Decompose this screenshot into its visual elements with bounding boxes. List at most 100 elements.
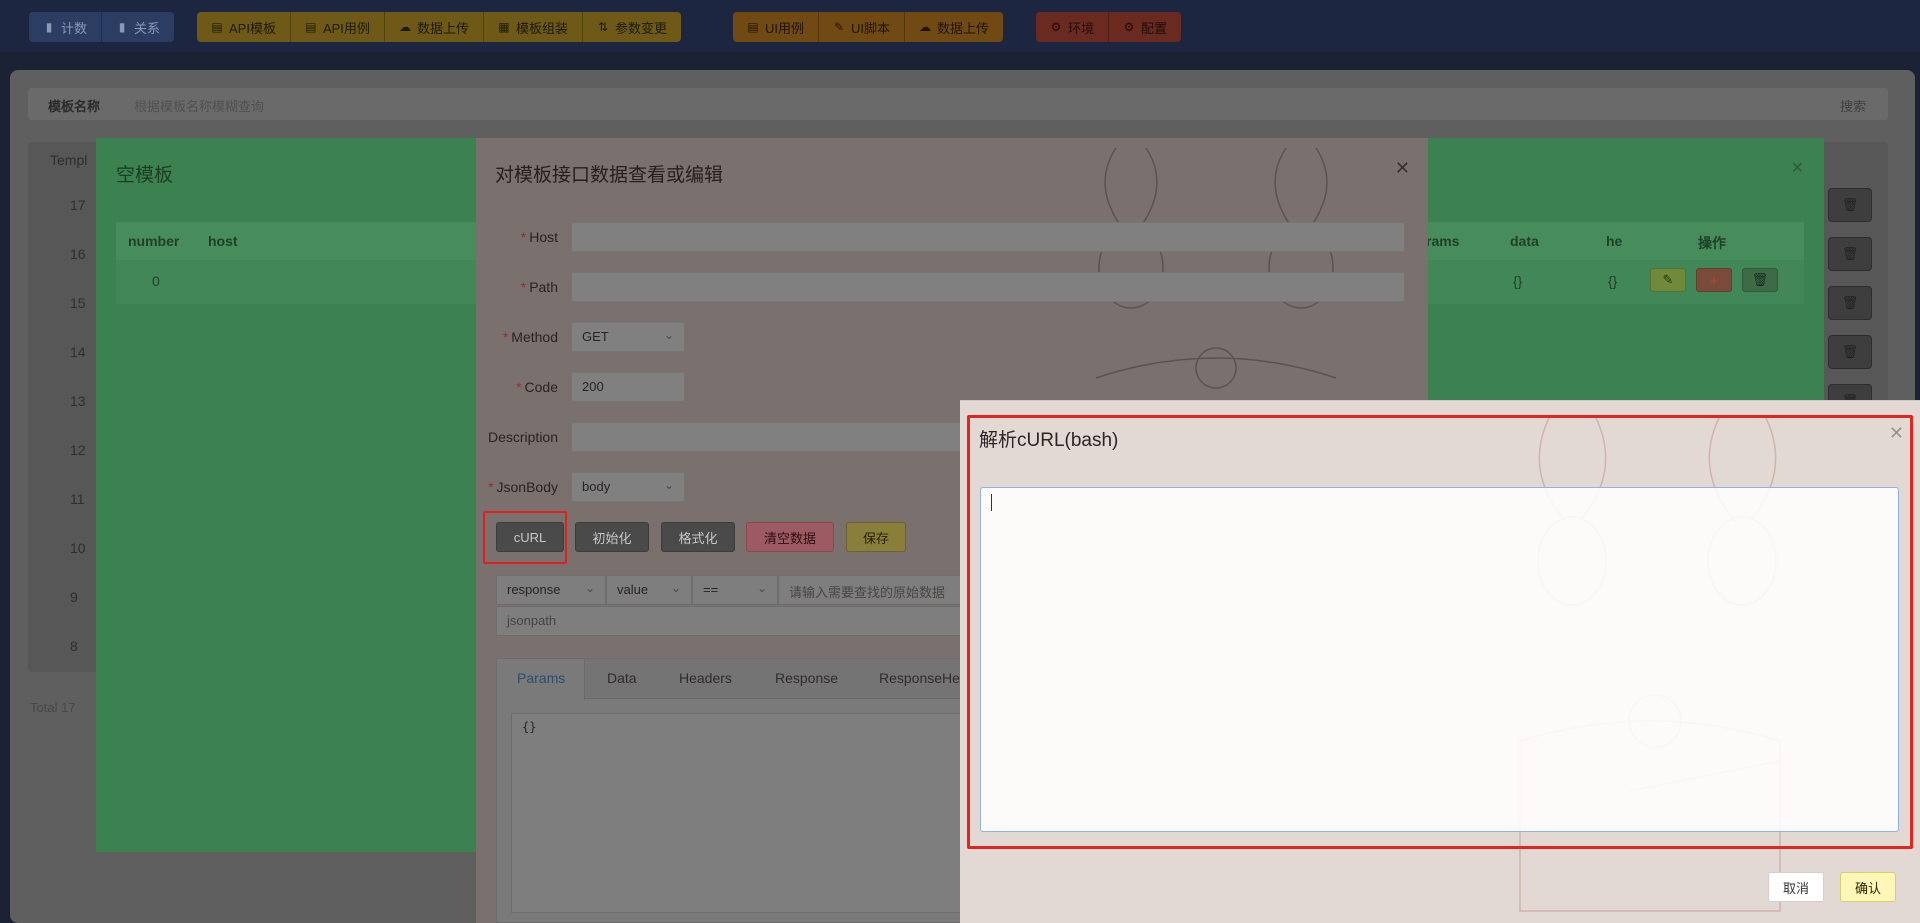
path-input[interactable] (571, 272, 1405, 302)
table-row-number: 16 (70, 246, 86, 262)
toolbar-count-button[interactable]: ▮ 计数 (29, 12, 103, 42)
gear-icon: ⚙ (1050, 20, 1062, 34)
swap-icon: ⇅ (597, 20, 608, 34)
table-row-number: 17 (70, 197, 86, 213)
chevron-down-icon: ⌄ (670, 581, 681, 595)
toolbar-env-button[interactable]: ⚙ 环境 (1036, 12, 1110, 42)
row-edit-button[interactable]: ✎ (1650, 268, 1686, 292)
row-delete-button[interactable]: 🗑 (1828, 286, 1872, 320)
toolbar-config-button[interactable]: ⚙ 配置 (1109, 12, 1182, 42)
row-delete-button[interactable]: 🗑 (1828, 188, 1872, 222)
confirm-button[interactable]: 确认 (1840, 872, 1897, 902)
cloud-upload-icon: ☁ (398, 20, 411, 34)
tab-params[interactable]: Params (517, 670, 565, 686)
text-cursor (991, 494, 992, 511)
jsonbody-label: * JsonBody (488, 479, 558, 495)
column-header-actions: 操作 (1698, 235, 1726, 251)
table-row-number: 13 (70, 393, 86, 409)
tab-response[interactable]: Response (775, 670, 838, 686)
table-row-number: 14 (70, 344, 86, 360)
chevron-down-icon: ⌄ (663, 478, 674, 492)
row-delete-button[interactable]: 🗑 (1828, 237, 1872, 271)
tab-headers[interactable]: Headers (679, 670, 732, 686)
close-icon[interactable]: ✕ (1395, 158, 1410, 179)
source-select[interactable]: response ⌄ (496, 575, 606, 605)
toolbar-data-upload-button[interactable]: ☁ 数据上传 (384, 12, 484, 42)
column-header-number: number (128, 233, 180, 249)
search-input[interactable]: 根据模板名称模糊查询 (134, 96, 264, 115)
trash-icon: 🗑 (1841, 197, 1859, 212)
description-label: Description (487, 429, 558, 445)
row-add-button[interactable]: + (1696, 268, 1732, 292)
save-button[interactable]: 保存 (846, 522, 906, 552)
kind-select[interactable]: value ⌄ (606, 575, 692, 605)
clipboard-icon: ▤ (305, 20, 317, 34)
clipboard-icon: ▤ (211, 20, 223, 34)
cloud-upload-icon: ☁ (919, 20, 932, 34)
bar-chart-icon: ▮ (118, 20, 126, 34)
operator-select[interactable]: == ⌄ (692, 575, 778, 605)
modal-title: 对模板接口数据查看或编辑 (495, 165, 724, 186)
template-column-header: Templ (50, 152, 88, 168)
close-icon[interactable]: ✕ (1791, 158, 1804, 178)
search-row: 模板名称 根据模板名称模糊查询 搜索 (28, 88, 1888, 120)
toolbar-template-assemble-button[interactable]: ▦ 模板组装 (483, 12, 583, 42)
dialog-title: 解析cURL(bash) (979, 430, 1119, 451)
edit-icon: ✎ (1662, 272, 1674, 287)
settings-button-group: ⚙ 环境 ⚙ 配置 (1036, 12, 1182, 42)
init-button[interactable]: 初始化 (575, 522, 649, 552)
cell-data: {} (1513, 273, 1523, 289)
jsonbody-select[interactable]: body ⌄ (571, 472, 685, 502)
top-toolbar: ▮ 计数 ▮ 关系 ▤ API模板 ▤ API用例 ☁ 数据上传 ▦ 模板组装 ⇅ 参数变更 … (0, 0, 1920, 52)
toolbar-ui-script-button[interactable]: ✎ UI脚本 (819, 12, 906, 42)
column-header-params: rams (1426, 233, 1460, 249)
pagination-total: Total 17 (30, 700, 76, 715)
toolbar-ui-data-upload-button[interactable]: ☁ 数据上传 (905, 12, 1004, 42)
cell-headers: {} (1608, 273, 1618, 289)
table-row-number: 9 (70, 589, 78, 605)
tab-response-headers[interactable]: ResponseHe (879, 670, 960, 686)
toolbar-param-change-button[interactable]: ⇅ 参数变更 (582, 12, 681, 42)
trash-icon: 🗑 (1841, 344, 1859, 359)
close-icon[interactable]: ✕ (1889, 423, 1904, 444)
chevron-down-icon: ⌄ (756, 581, 767, 595)
host-label: * Host (520, 229, 558, 245)
column-header-headers: he (1606, 233, 1623, 249)
chevron-down-icon: ⌄ (584, 581, 595, 595)
row-delete-button[interactable]: 🗑 (1742, 268, 1778, 292)
toolbar-api-template-button[interactable]: ▤ API模板 (197, 12, 291, 42)
trash-icon: 🗑 (1751, 272, 1769, 287)
code-label: * Code (516, 379, 558, 395)
clear-data-button[interactable]: 清空数据 (746, 522, 834, 552)
table-row-number: 12 (70, 442, 86, 458)
method-label: * Method (502, 329, 558, 345)
column-header-data: data (1510, 233, 1539, 249)
tab-data[interactable]: Data (607, 670, 637, 686)
column-header-host: host (208, 233, 238, 249)
plus-icon: + (1710, 272, 1718, 288)
gear-icon: ⚙ (1123, 20, 1135, 34)
ui-button-group: ▤ UI用例 ✎ UI脚本 ☁ 数据上传 (733, 12, 1004, 42)
stats-button-group: ▮ 计数 ▮ 关系 (29, 12, 175, 42)
table-row-number: 15 (70, 295, 86, 311)
edit-icon: ✎ (833, 20, 845, 34)
method-select[interactable]: GET ⌄ (571, 322, 685, 352)
code-input[interactable]: 200 (571, 372, 685, 402)
row-delete-button[interactable]: 🗑 (1828, 335, 1872, 369)
curl-button-highlight (483, 511, 567, 564)
format-button[interactable]: 格式化 (661, 522, 735, 552)
search-button[interactable]: 搜索 (1840, 96, 1866, 115)
bar-chart-icon: ▮ (45, 20, 53, 34)
cancel-button[interactable]: 取消 (1768, 872, 1825, 902)
table-row-number: 10 (70, 540, 86, 556)
path-label: * Path (520, 279, 558, 295)
search-label: 模板名称 (48, 99, 101, 114)
cell-number: 0 (152, 273, 160, 289)
table-row-number: 8 (70, 638, 78, 654)
toolbar-ui-case-button[interactable]: ▤ UI用例 (733, 12, 820, 42)
curl-textarea[interactable] (980, 487, 1899, 832)
modal-title: 空模板 (116, 165, 174, 186)
toolbar-api-case-button[interactable]: ▤ API用例 (290, 12, 385, 42)
toolbar-relation-button[interactable]: ▮ 关系 (102, 12, 175, 42)
host-input[interactable] (571, 222, 1405, 252)
